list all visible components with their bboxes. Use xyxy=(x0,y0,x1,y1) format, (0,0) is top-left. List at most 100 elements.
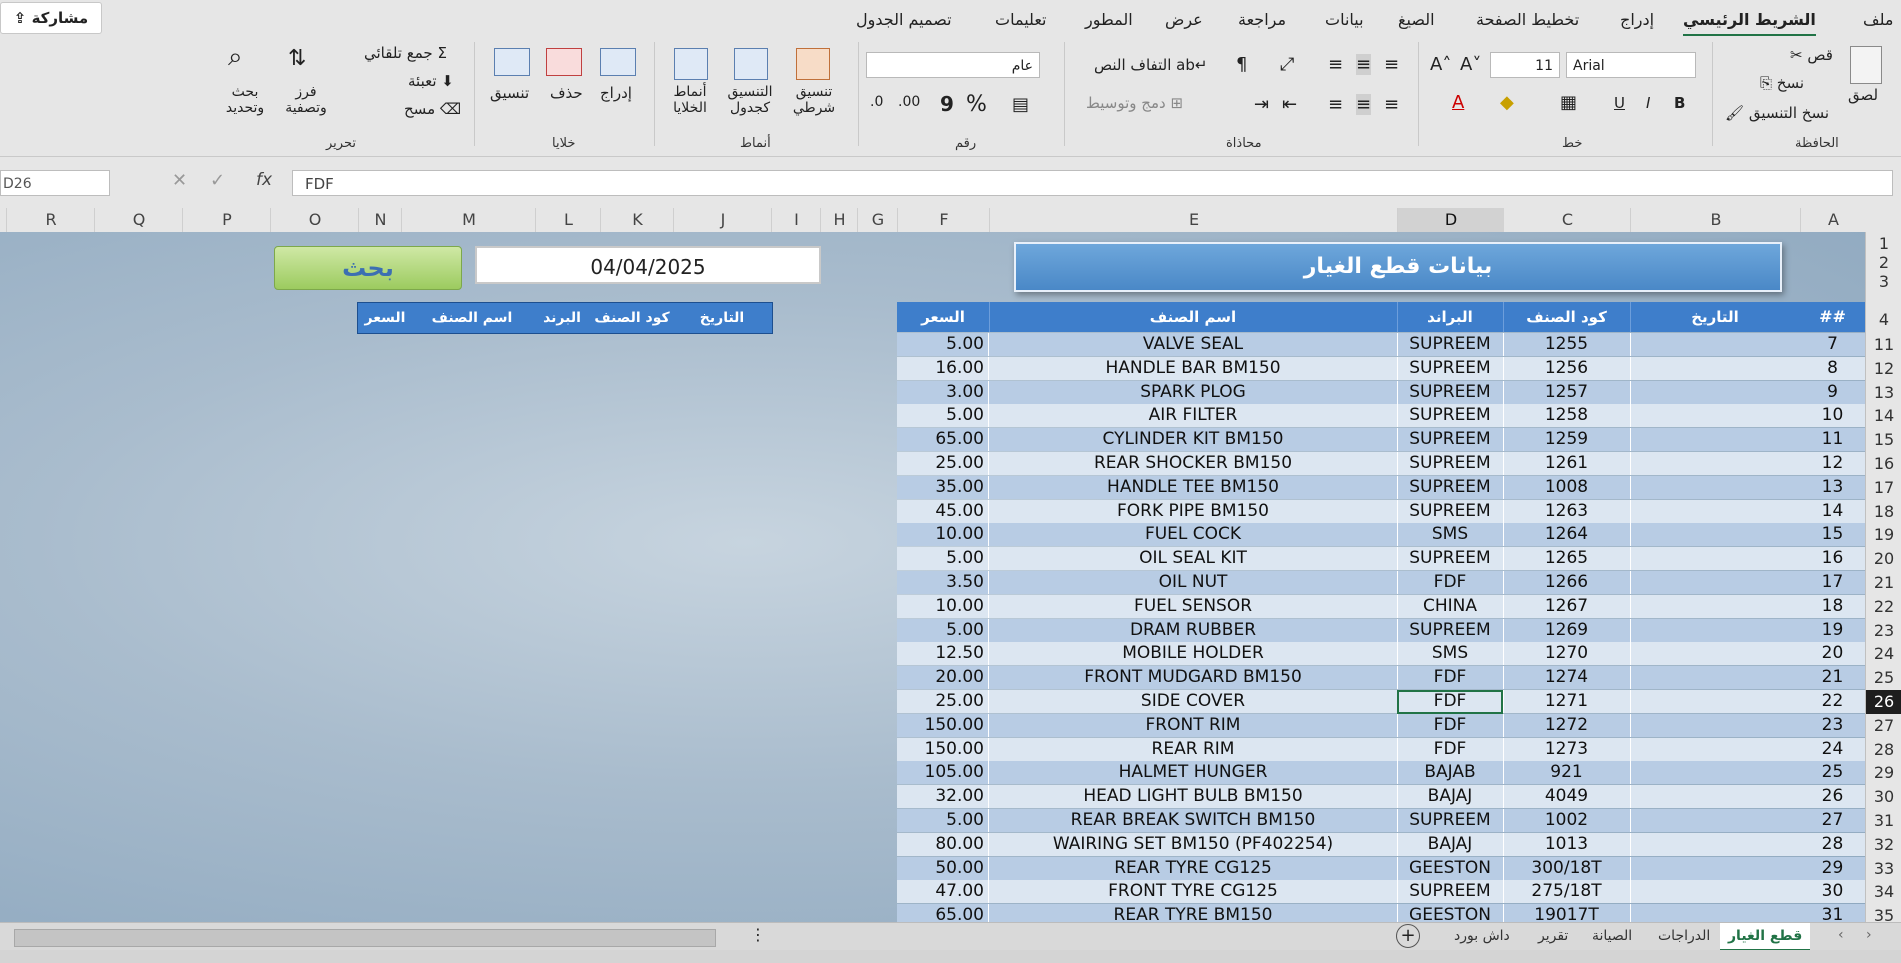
cell-date[interactable] xyxy=(1630,618,1801,642)
row-header[interactable]: 25 xyxy=(1866,666,1901,690)
cell-date[interactable] xyxy=(1630,880,1801,904)
cell-row-number[interactable]: 19 xyxy=(1800,618,1865,642)
sheet-tab[interactable]: داش بورد xyxy=(1446,923,1518,949)
autosum-button[interactable]: جمع تلقائي Σ xyxy=(364,44,447,62)
align-top-icon[interactable]: ≡ xyxy=(1328,54,1343,75)
cell-row-number[interactable]: 8 xyxy=(1800,356,1865,380)
percent-button[interactable]: % xyxy=(966,92,987,117)
cell-code[interactable]: 1271 xyxy=(1503,690,1631,713)
cell-name[interactable]: OIL SEAL KIT xyxy=(989,547,1398,571)
cell-date[interactable] xyxy=(1630,571,1801,594)
header-name[interactable]: اسم الصنف xyxy=(989,302,1398,332)
cell-price[interactable]: 150.00 xyxy=(897,737,989,761)
column-header[interactable]: B xyxy=(1630,208,1801,232)
cell-brand[interactable]: SUPREEM xyxy=(1397,547,1504,571)
cell-brand[interactable]: SUPREEM xyxy=(1397,452,1504,475)
cell-code[interactable]: 1257 xyxy=(1503,380,1631,404)
cell-price[interactable]: 10.00 xyxy=(897,594,989,618)
row-header[interactable]: 27 xyxy=(1866,714,1901,738)
row-header[interactable]: 12 xyxy=(1866,357,1901,381)
scroll-tabs-right-icon[interactable]: › xyxy=(1866,927,1872,943)
tab-home[interactable]: الشريط الرئيسي xyxy=(1683,6,1816,37)
row-header[interactable]: 19 xyxy=(1866,523,1901,547)
fill-button[interactable]: تعبئة ⬇ xyxy=(408,72,454,90)
align-bottom-icon[interactable]: ≡ xyxy=(1384,54,1399,75)
cell-price[interactable]: 5.00 xyxy=(897,809,989,832)
cell-date[interactable] xyxy=(1630,428,1801,452)
cell-code[interactable]: 1267 xyxy=(1503,594,1631,618)
cell-row-number[interactable]: 13 xyxy=(1800,475,1865,499)
indent-icon[interactable]: ⇥ xyxy=(1254,94,1269,115)
cell-price[interactable]: 47.00 xyxy=(897,880,989,904)
cell-date[interactable] xyxy=(1630,523,1801,547)
column-header[interactable]: A xyxy=(1800,208,1866,232)
tab-developer[interactable]: المطور xyxy=(1085,6,1133,34)
cell-name[interactable]: VALVE SEAL xyxy=(989,333,1398,356)
cell-brand[interactable]: FDF xyxy=(1397,690,1504,713)
row-header[interactable]: 29 xyxy=(1866,761,1901,785)
row-header[interactable]: 1 xyxy=(1866,234,1901,253)
row-header[interactable]: 13 xyxy=(1866,381,1901,405)
cell-price[interactable]: 5.00 xyxy=(897,333,989,356)
cell-name[interactable]: OIL NUT xyxy=(989,571,1398,594)
cell-name[interactable]: FORK PIPE BM150 xyxy=(989,499,1398,523)
cell-date[interactable] xyxy=(1630,475,1801,499)
column-header[interactable]: C xyxy=(1503,208,1631,232)
cell-code[interactable]: 4049 xyxy=(1503,785,1631,809)
tab-view[interactable]: عرض xyxy=(1165,6,1203,34)
format-painter-button[interactable]: 🖌 نسخ التنسيق xyxy=(1725,104,1829,122)
wrap-text-button[interactable]: التفاف النص ab↵ xyxy=(1094,56,1207,74)
row-header[interactable]: 18 xyxy=(1866,500,1901,524)
cell-name[interactable]: DRAM RUBBER xyxy=(989,618,1398,642)
cell-name[interactable]: AIR FILTER xyxy=(989,404,1398,428)
cell-code[interactable]: 300/18T xyxy=(1503,856,1631,880)
row-header[interactable]: 2 xyxy=(1866,253,1901,272)
tab-insert[interactable]: إدراج xyxy=(1620,6,1654,34)
cell-date[interactable] xyxy=(1630,666,1801,690)
row-header[interactable]: 16 xyxy=(1866,452,1901,476)
font-name-select[interactable]: Arial xyxy=(1566,52,1696,78)
cell-name[interactable]: WAIRING SET BM150 (PF402254) xyxy=(989,832,1398,856)
row-header[interactable]: 14 xyxy=(1866,404,1901,428)
cell-price[interactable]: 5.00 xyxy=(897,547,989,571)
cell-code[interactable]: 921 xyxy=(1503,761,1631,785)
row-header[interactable]: 33 xyxy=(1866,857,1901,881)
cell-name[interactable]: HALMET HUNGER xyxy=(989,761,1398,785)
cell-name[interactable]: REAR SHOCKER BM150 xyxy=(989,452,1398,475)
italic-button[interactable]: I xyxy=(1646,94,1650,112)
sheet-tab[interactable]: الدراجات xyxy=(1650,923,1718,949)
cell-code[interactable]: 1272 xyxy=(1503,713,1631,737)
cell-code[interactable]: 1263 xyxy=(1503,499,1631,523)
cell-code[interactable]: 1264 xyxy=(1503,523,1631,547)
cell-code[interactable]: 1266 xyxy=(1503,571,1631,594)
row-header[interactable]: 28 xyxy=(1866,738,1901,762)
column-header-selected[interactable]: D xyxy=(1397,208,1504,235)
cell-price[interactable]: 65.00 xyxy=(897,428,989,452)
find-select-button[interactable]: بحث وتحديد xyxy=(214,84,276,116)
cell-code[interactable]: 1270 xyxy=(1503,642,1631,666)
cell-brand[interactable]: GEESTON xyxy=(1397,856,1504,880)
cell-brand[interactable]: SUPREEM xyxy=(1397,380,1504,404)
cell-brand[interactable]: SUPREEM xyxy=(1397,475,1504,499)
cell-row-number[interactable]: 7 xyxy=(1800,333,1865,356)
cell-brand[interactable]: FDF xyxy=(1397,571,1504,594)
cell-price[interactable]: 50.00 xyxy=(897,856,989,880)
row-header[interactable]: 35 xyxy=(1866,904,1901,922)
cell-price[interactable]: 3.50 xyxy=(897,571,989,594)
cell-date[interactable] xyxy=(1630,452,1801,475)
cell-date[interactable] xyxy=(1630,809,1801,832)
sort-filter-button[interactable]: فرز وتصفية xyxy=(276,84,336,116)
cell-name[interactable]: SPARK PLOG xyxy=(989,380,1398,404)
cell-price[interactable]: 35.00 xyxy=(897,475,989,499)
cell-brand[interactable]: SUPREEM xyxy=(1397,618,1504,642)
cell-code[interactable]: 1274 xyxy=(1503,666,1631,690)
cell-row-number[interactable]: 11 xyxy=(1800,428,1865,452)
cell-date[interactable] xyxy=(1630,333,1801,356)
confirm-icon[interactable]: ✓ xyxy=(210,170,225,191)
cell-price[interactable]: 5.00 xyxy=(897,404,989,428)
cell-price[interactable]: 3.00 xyxy=(897,380,989,404)
row-header[interactable]: 20 xyxy=(1866,547,1901,571)
cell-price[interactable]: 12.50 xyxy=(897,642,989,666)
cell-name[interactable]: FRONT RIM xyxy=(989,713,1398,737)
share-button[interactable]: ⇪ مشاركة xyxy=(0,2,102,34)
